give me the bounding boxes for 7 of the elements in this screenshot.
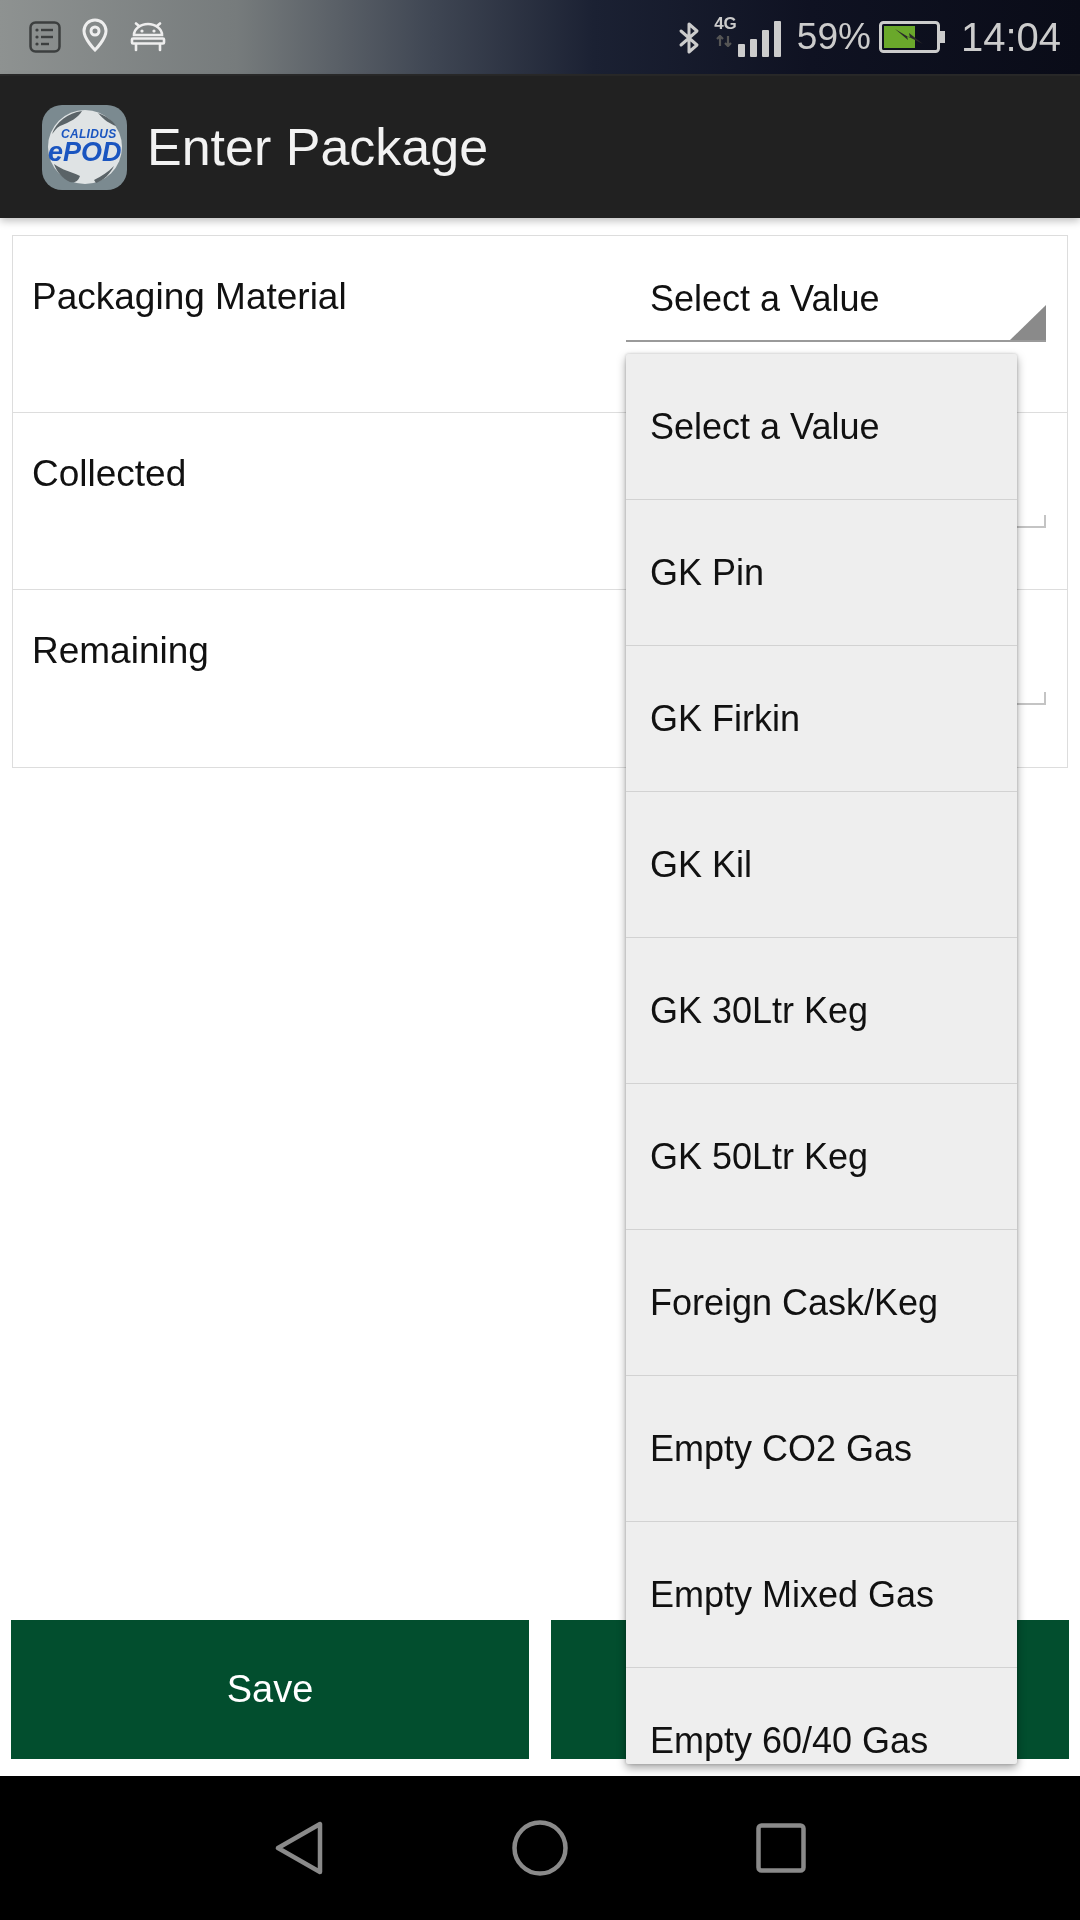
field-label: Packaging Material <box>32 276 348 318</box>
field-label: Remaining <box>32 630 210 672</box>
screen-title: Enter Package <box>147 117 489 177</box>
battery-percentage: 59% <box>796 15 871 59</box>
field-label: Collected <box>32 453 188 495</box>
clock-time: 14:04 <box>960 15 1061 59</box>
network-type-label: 4G <box>714 15 737 32</box>
